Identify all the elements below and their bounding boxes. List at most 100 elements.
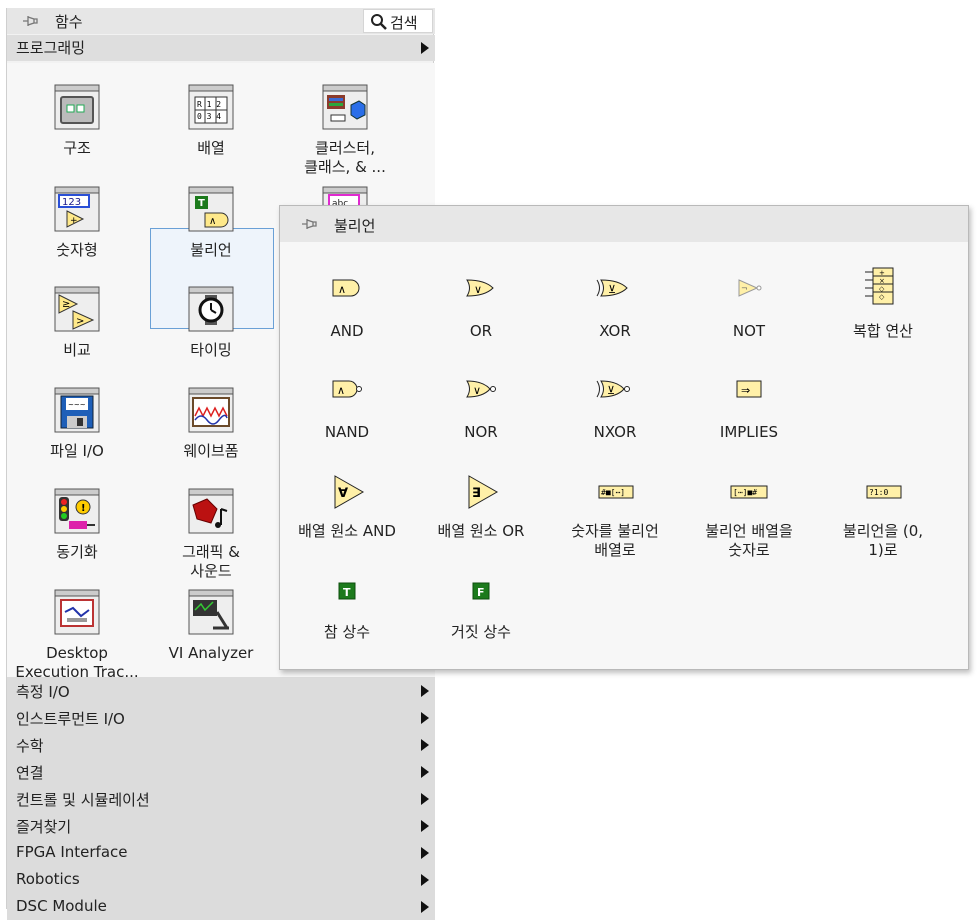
category-instrument-io[interactable]: 인스트루먼트 I/O <box>7 704 435 731</box>
array-icon: R 1 2 0 3 4 <box>188 84 234 130</box>
svg-text:∧: ∧ <box>209 216 216 227</box>
nor-icon: ∨ <box>466 380 496 398</box>
category-mathematics[interactable]: 수학 <box>7 731 435 758</box>
svg-text:◇: ◇ <box>879 285 885 293</box>
item-false-constant[interactable]: F 거짓 상수 <box>414 575 548 667</box>
item-label: NOT <box>732 322 766 340</box>
item-and[interactable]: ∧ AND <box>280 274 414 366</box>
implies-icon: ⇒ <box>736 380 762 398</box>
chevron-right-icon <box>421 901 429 913</box>
graphics-sound-icon <box>188 488 234 534</box>
pin-icon[interactable] <box>21 12 39 30</box>
tile-label: 그래픽 & 사운드 <box>182 543 240 580</box>
category-fpga-interface[interactable]: FPGA Interface <box>7 839 435 866</box>
category-label: FPGA Interface <box>16 843 128 861</box>
category-connectivity[interactable]: 연결 <box>7 758 435 785</box>
category-label: DSC Module <box>16 897 107 915</box>
item-xor[interactable]: ⊻ XOR <box>548 274 682 366</box>
svg-text:#■[⋯]: #■[⋯] <box>601 488 625 497</box>
search-button[interactable]: 검색 <box>363 9 433 33</box>
svg-text:T: T <box>198 198 205 209</box>
category-label: 즐겨찾기 <box>16 818 72 836</box>
tile-label: 배열 <box>197 139 225 157</box>
item-label: 복합 연산 <box>853 322 913 340</box>
tile-label: 불리언 <box>190 241 232 259</box>
category-robotics[interactable]: Robotics <box>7 866 435 893</box>
item-compound-arithmetic[interactable]: + × ◇ ◇ 복합 연산 <box>816 266 950 358</box>
tile-label: 웨이브폼 <box>183 442 239 460</box>
number-to-boolean-array-icon: #■[⋯] <box>598 485 634 499</box>
vi-analyzer-icon <box>188 589 234 635</box>
structures-icon <box>54 84 100 130</box>
item-implies[interactable]: ⇒ IMPLIES <box>682 375 816 467</box>
svg-text:F: F <box>477 586 485 599</box>
xor-icon: ⊻ <box>596 279 628 297</box>
svg-text:+: + <box>879 269 885 277</box>
and-array-elements-icon: ∀ <box>334 475 365 509</box>
item-label: IMPLIES <box>719 423 779 441</box>
chevron-right-icon <box>421 685 429 697</box>
category-label: 측정 I/O <box>16 683 70 701</box>
false-constant-icon: F <box>472 582 490 600</box>
category-control-simulation[interactable]: 컨트롤 및 시뮬레이션 <box>7 785 435 812</box>
not-icon: ¬ <box>738 279 762 297</box>
item-nand[interactable]: ∧ NAND <box>280 375 414 467</box>
svg-text:¬: ¬ <box>741 284 748 293</box>
item-label: NOR <box>464 423 498 441</box>
svg-text:∨: ∨ <box>474 283 482 296</box>
item-or[interactable]: ∨ OR <box>414 274 548 366</box>
category-programming[interactable]: 프로그래밍 <box>7 35 435 61</box>
subpalette-title: 불리언 <box>334 217 376 235</box>
item-label: NAND <box>324 423 370 441</box>
svg-text:∨: ∨ <box>473 384 481 397</box>
svg-text:R 1 2: R 1 2 <box>197 100 221 109</box>
item-label: 불리언을 (0, 1)로 <box>842 522 924 559</box>
nxor-icon: ⊻ <box>596 380 630 398</box>
item-label: 불리언 배열을 숫자로 <box>705 522 793 559</box>
item-nxor[interactable]: ⊻ NXOR <box>548 375 682 467</box>
tile-label: 클러스터, 클래스, & ... <box>304 139 386 176</box>
category-label: Robotics <box>16 870 80 888</box>
nand-icon: ∧ <box>332 380 362 398</box>
chevron-right-icon <box>421 766 429 778</box>
item-boolean-to-01[interactable]: ?1:0 불리언을 (0, 1)로 <box>816 474 950 566</box>
item-label: NXOR <box>593 423 637 441</box>
category-label: 수학 <box>16 737 44 755</box>
item-label: 거짓 상수 <box>451 623 511 641</box>
pin-icon[interactable] <box>300 215 318 233</box>
item-number-to-boolean-array[interactable]: #■[⋯] 숫자를 불리언 배열로 <box>548 474 682 566</box>
svg-text:~~~: ~~~ <box>68 401 86 409</box>
category-measurement-io[interactable]: 측정 I/O <box>7 677 435 704</box>
chevron-right-icon <box>421 739 429 751</box>
item-boolean-array-to-number[interactable]: [⋯]■# 불리언 배열을 숫자로 <box>682 474 816 566</box>
svg-text:!: ! <box>81 503 86 514</box>
svg-text:0 3 4: 0 3 4 <box>197 112 221 121</box>
svg-text:∧: ∧ <box>337 384 345 397</box>
svg-text:×: × <box>879 277 885 285</box>
category-label: 프로그래밍 <box>16 39 86 57</box>
true-constant-icon: T <box>338 582 356 600</box>
chevron-right-icon <box>421 42 429 54</box>
tile-label: VI Analyzer <box>168 644 254 662</box>
item-nor[interactable]: ∨ NOR <box>414 375 548 467</box>
item-label: OR <box>469 322 493 340</box>
item-not[interactable]: ¬ NOT <box>682 274 816 366</box>
svg-text:123: 123 <box>62 197 81 208</box>
cluster-class-icon <box>322 84 368 130</box>
svg-text:⊻: ⊻ <box>607 384 615 397</box>
svg-text:T: T <box>343 586 351 599</box>
category-dsc-module[interactable]: DSC Module <box>7 893 435 920</box>
timing-icon <box>188 286 234 332</box>
item-and-array-elements[interactable]: ∀ 배열 원소 AND <box>280 474 414 566</box>
boolean-icon: T ∧ <box>188 186 234 232</box>
chevron-right-icon <box>421 712 429 724</box>
search-icon <box>371 14 387 30</box>
comparison-icon: ≥ > <box>54 286 100 332</box>
tile-label: 숫자형 <box>56 241 98 259</box>
svg-text:>: > <box>76 316 84 327</box>
palette-titlebar: 함수 검색 <box>7 8 435 34</box>
category-favorites[interactable]: 즐겨찾기 <box>7 812 435 839</box>
item-true-constant[interactable]: T 참 상수 <box>280 575 414 667</box>
desktop-execution-trace-icon <box>54 589 100 635</box>
item-or-array-elements[interactable]: ∃ 배열 원소 OR <box>414 474 548 566</box>
